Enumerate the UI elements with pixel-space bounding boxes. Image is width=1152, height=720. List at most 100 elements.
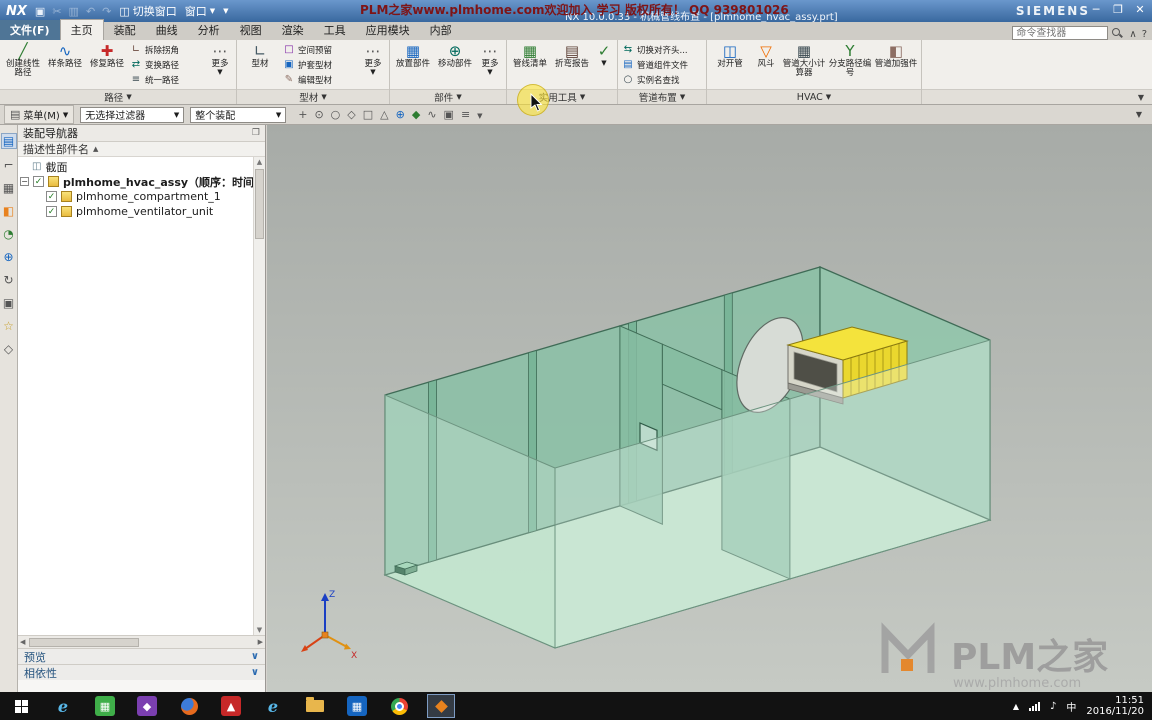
taskbar-app-purple[interactable]: ◆ — [126, 692, 168, 720]
tab-curve[interactable]: 曲线 — [146, 20, 188, 40]
routing-list-button[interactable]: ▦ 管线清单 — [509, 41, 551, 88]
tree-row-ventilator[interactable]: ✓ plmhome_ventilator_unit — [18, 204, 265, 219]
heal-path-button[interactable]: ✚ 修复路径 — [86, 41, 128, 88]
show-hidden-icons-chevron[interactable]: ▲ — [1013, 702, 1019, 711]
command-finder-input[interactable] — [1012, 26, 1109, 40]
selection-scope-dropdown[interactable]: 整个装配 ▼ — [190, 106, 287, 123]
collapse-icon[interactable]: − — [20, 177, 29, 186]
volume-icon[interactable]: ♪ — [1050, 701, 1056, 712]
transform-path-button[interactable]: ⇄ 变换路径 — [130, 58, 204, 71]
tab-home[interactable]: 主页 — [59, 19, 104, 40]
search-icon[interactable] — [1112, 27, 1123, 39]
tab-view[interactable]: 视图 — [230, 20, 272, 40]
taskbar-app-nx-active[interactable] — [420, 692, 462, 720]
validate-button[interactable]: ✓ ▼ — [593, 41, 615, 88]
roles-icon[interactable]: ☆ — [1, 319, 17, 333]
mid-point-icon[interactable]: ○ — [331, 108, 341, 121]
part-more-button[interactable]: ⋯ 更多 ▼ — [476, 41, 504, 88]
menu-button[interactable]: ▤ 菜单(M) ▼ — [4, 105, 75, 124]
control-point-icon[interactable]: ◇ — [347, 108, 355, 121]
spline-path-button[interactable]: ∿ 样条路径 — [44, 41, 86, 88]
group-label-stock[interactable]: 型材 ▼ — [237, 89, 389, 104]
checkbox-checked[interactable]: ✓ — [46, 191, 57, 202]
snap-point-icon[interactable]: + — [298, 108, 307, 121]
process-studio-icon[interactable]: ▣ — [1, 296, 17, 310]
duct-size-calculator-button[interactable]: ▦ 管道大小计算器 — [781, 41, 827, 88]
intersection-point-icon[interactable]: □ — [363, 108, 373, 121]
taskbar-app-blue[interactable]: ▦ — [336, 692, 378, 720]
tree-row-assembly[interactable]: − ✓ plmhome_hvac_assy（顺序：时间顺序） — [18, 174, 265, 189]
scroll-up-icon[interactable]: ▲ — [257, 158, 262, 166]
group-label-path[interactable]: 路径 ▼ — [0, 89, 236, 104]
coordinate-triad[interactable]: X Z — [301, 590, 357, 661]
branch-path-number-button[interactable]: Y 分支路径编号 — [827, 41, 873, 88]
checkbox-checked[interactable]: ✓ — [46, 206, 57, 217]
toolbar-options-icon[interactable]: ▼ — [1136, 110, 1148, 119]
point-on-curve-icon[interactable]: ∿ — [427, 108, 436, 121]
minimize-button[interactable]: ─ — [1088, 3, 1104, 16]
cut-icon[interactable]: ✂ — [52, 5, 61, 18]
help-icon[interactable]: ? — [1142, 29, 1147, 40]
instance-name-find-button[interactable]: ○ 实例名查找 — [622, 73, 702, 86]
space-reservation-button[interactable]: □ 空间预留 — [283, 43, 357, 56]
copy-icon[interactable]: ▥ — [69, 5, 79, 18]
tab-file[interactable]: 文件(F) — [0, 20, 60, 40]
graphics-viewport[interactable]: X Z PLM之家 www.plmhome.com — [267, 125, 1152, 692]
viewport-canvas[interactable]: X Z PLM之家 www.plmhome.com — [267, 125, 1152, 692]
taskbar-app-chrome[interactable] — [378, 692, 420, 720]
path-more-button[interactable]: ⋯ 更多 ▼ — [206, 41, 234, 88]
history-icon[interactable]: ↻ — [1, 273, 17, 287]
tab-application-modules[interactable]: 应用模块 — [356, 20, 420, 40]
taskbar-app-file-explorer[interactable] — [294, 692, 336, 720]
pipe-component-file-button[interactable]: ▤ 管道组件文件 — [622, 58, 702, 71]
unify-path-button[interactable]: ≡ 统一路径 — [130, 73, 204, 86]
save-icon[interactable]: ▣ — [35, 5, 45, 18]
tree-row-compartment[interactable]: ✓ plmhome_compartment_1 — [18, 189, 265, 204]
scroll-left-icon[interactable]: ◀ — [18, 638, 27, 646]
tab-tools[interactable]: 工具 — [314, 20, 356, 40]
horizontal-scrollbar[interactable]: ◀ ▶ — [18, 635, 265, 648]
taskbar-app-internet-explorer[interactable]: e — [42, 692, 84, 720]
part-navigator-icon[interactable]: ▦ — [1, 181, 17, 195]
checkbox-checked[interactable]: ✓ — [33, 176, 44, 187]
remove-corner-button[interactable]: ∟ 拆除拐角 — [130, 43, 204, 56]
taskbar-app-pdf[interactable]: ▲ — [210, 692, 252, 720]
tab-render[interactable]: 渲染 — [272, 20, 314, 40]
point-on-surface-icon[interactable]: ▣ — [444, 108, 454, 121]
group-label-part[interactable]: 部件 ▼ — [390, 89, 506, 104]
minimize-ribbon-icon[interactable]: ∧ — [1129, 29, 1136, 40]
toggle-alignment-head-button[interactable]: ⇆ 切换对齐头... — [622, 43, 702, 56]
reuse-library-icon[interactable]: ◧ — [1, 204, 17, 218]
tree-row-sections[interactable]: ◫ 截面 — [18, 159, 265, 174]
tab-analysis[interactable]: 分析 — [188, 20, 230, 40]
tab-internal[interactable]: 内部 — [420, 20, 462, 40]
vertical-scrollbar[interactable]: ▲ ▼ — [253, 157, 265, 635]
move-part-button[interactable]: ⊕ 移动部件 — [434, 41, 476, 88]
group-label-pipe[interactable]: 管道布置 ▼ — [618, 89, 706, 104]
hd3d-tools-icon[interactable]: ◔ — [1, 227, 17, 241]
restore-button[interactable]: ❐ — [1110, 3, 1126, 16]
window-menu-button[interactable]: 窗口 ▼ — [185, 3, 215, 19]
tab-assembly[interactable]: 装配 — [104, 20, 146, 40]
taskbar-clock[interactable]: 11:51 2016/11/20 — [1086, 695, 1144, 718]
bounded-grid-icon[interactable]: ≡ — [461, 108, 470, 121]
assembly-navigator-icon[interactable]: ▤ — [0, 133, 17, 149]
scrollbar-thumb[interactable] — [255, 169, 264, 239]
start-button[interactable] — [0, 692, 42, 720]
qat-customize-button[interactable]: ▼ — [223, 7, 228, 15]
panel-window-icon[interactable]: ❐ — [252, 128, 260, 138]
quadrant-point-icon[interactable]: ⊕ — [396, 108, 405, 121]
close-button[interactable]: ✕ — [1132, 3, 1148, 16]
selection-filter-dropdown[interactable]: 无选择过滤器 ▼ — [80, 106, 185, 123]
undo-icon[interactable]: ↶ — [86, 5, 95, 18]
group-label-hvac[interactable]: HVAC ▼ — [707, 89, 921, 104]
air-scoop-button[interactable]: ▽ 风斗 — [751, 41, 781, 88]
create-linear-path-button[interactable]: ╱ 创建线性路径 — [2, 41, 44, 88]
arc-center-icon[interactable]: △ — [380, 108, 388, 121]
network-icon[interactable] — [1028, 701, 1040, 711]
more-snap-icon[interactable]: ▼ — [477, 108, 482, 121]
taskbar-app-green[interactable]: ▦ — [84, 692, 126, 720]
existing-point-icon[interactable]: ◆ — [412, 108, 420, 121]
switch-window-button[interactable]: ◫ 切换窗口 — [119, 3, 176, 19]
redo-icon[interactable]: ↷ — [102, 5, 111, 18]
